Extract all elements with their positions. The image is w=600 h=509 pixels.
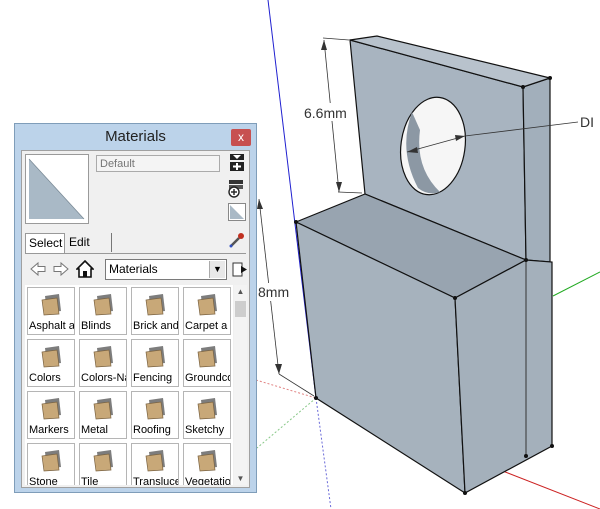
item-label: Fencing — [133, 372, 173, 384]
forward-arrow-icon[interactable] — [52, 260, 70, 278]
item-label: Colors — [29, 372, 61, 384]
materials-tabs: Select Edit — [25, 233, 245, 254]
create-material-icon[interactable] — [227, 179, 246, 198]
tab-right-face[interactable] — [522, 77, 551, 263]
folder-icon — [197, 294, 217, 316]
library-nav-row: Materials ▼ — [25, 259, 247, 281]
item-label: Colors-Na — [81, 372, 127, 384]
tab-divider — [25, 253, 246, 254]
folder-icon — [197, 450, 217, 472]
list-item[interactable]: Tile — [79, 443, 127, 485]
item-label: Transluce — [133, 476, 179, 485]
list-item[interactable]: Metal — [79, 391, 127, 439]
item-label: Tile — [81, 476, 99, 485]
tab-edit[interactable]: Edit — [66, 233, 112, 252]
folder-icon — [41, 294, 61, 316]
folder-icon — [93, 398, 113, 420]
list-item[interactable]: Colors — [27, 339, 75, 387]
scroll-thumb[interactable] — [235, 301, 246, 317]
list-item[interactable]: Roofing — [131, 391, 179, 439]
folder-icon — [145, 294, 165, 316]
item-label: Groundco — [185, 372, 231, 384]
dimension-label-6-6mm: 6.6mm — [304, 105, 347, 121]
folder-icon — [93, 294, 113, 316]
blue-axis-dotted — [315, 397, 332, 509]
list-item[interactable]: Carpet a — [183, 287, 231, 335]
list-item[interactable]: Colors-Na — [79, 339, 127, 387]
green-axis — [256, 397, 317, 449]
back-arrow-icon[interactable] — [29, 260, 47, 278]
folder-icon — [197, 346, 217, 368]
list-item[interactable]: Asphalt a — [27, 287, 75, 335]
item-label: Asphalt a — [29, 320, 75, 332]
folder-icon — [93, 346, 113, 368]
list-item[interactable]: Stone — [27, 443, 75, 485]
material-preview-icon — [25, 154, 89, 224]
close-button[interactable]: x — [231, 129, 251, 146]
item-label: Vegetatio — [185, 476, 231, 485]
sample-paint-eyedropper-icon[interactable] — [228, 231, 246, 249]
folder-icon — [41, 346, 61, 368]
folder-icon — [197, 398, 217, 420]
library-select-value: Materials — [109, 262, 158, 276]
folder-icon — [93, 450, 113, 472]
display-secondary-selection-pane-icon[interactable] — [229, 154, 245, 171]
list-item[interactable]: Brick and — [131, 287, 179, 335]
list-item[interactable]: Markers — [27, 391, 75, 439]
list-item[interactable]: Groundco — [183, 339, 231, 387]
list-item[interactable]: Sketchy — [183, 391, 231, 439]
list-item[interactable]: Vegetatio — [183, 443, 231, 485]
library-select[interactable]: Materials ▼ — [105, 259, 227, 280]
materials-grid: Asphalt a Blinds Brick and Carpet a Colo… — [25, 285, 233, 485]
material-name-field[interactable] — [96, 155, 220, 172]
item-label: Markers — [29, 424, 69, 436]
default-material-icon[interactable] — [228, 203, 246, 221]
materials-panel: Select Edit Materials ▼ — [21, 150, 250, 488]
folder-icon — [41, 450, 61, 472]
home-icon[interactable] — [75, 259, 95, 278]
item-label: Metal — [81, 424, 108, 436]
item-label: Carpet a — [185, 320, 228, 332]
green-axis-right — [552, 271, 600, 297]
folder-icon — [145, 398, 165, 420]
list-item[interactable]: Fencing — [131, 339, 179, 387]
base-right-face[interactable] — [454, 259, 553, 494]
scroll-down-icon[interactable]: ▼ — [234, 472, 247, 485]
window-title: Materials — [105, 128, 166, 145]
tab-select[interactable]: Select — [25, 233, 65, 254]
details-arrow-icon[interactable] — [232, 261, 248, 278]
list-item[interactable]: Transluce — [131, 443, 179, 485]
dimension-label-diameter: DI — [580, 114, 594, 130]
folder-icon — [145, 346, 165, 368]
materials-window[interactable]: Materials x Select Edit — [14, 123, 257, 493]
item-label: Stone — [29, 476, 58, 485]
grid-scrollbar[interactable]: ▲ ▼ — [234, 285, 247, 485]
item-label: Brick and — [133, 320, 179, 332]
item-label: Roofing — [133, 424, 171, 436]
item-label: Blinds — [81, 320, 111, 332]
dimension-label-8mm: 8mm — [258, 284, 289, 300]
list-item[interactable]: Blinds — [79, 287, 127, 335]
red-axis-dotted — [255, 379, 317, 399]
chevron-down-icon[interactable]: ▼ — [209, 261, 225, 278]
folder-icon — [145, 450, 165, 472]
scroll-up-icon[interactable]: ▲ — [234, 285, 247, 298]
item-label: Sketchy — [185, 424, 225, 436]
folder-icon — [41, 398, 61, 420]
